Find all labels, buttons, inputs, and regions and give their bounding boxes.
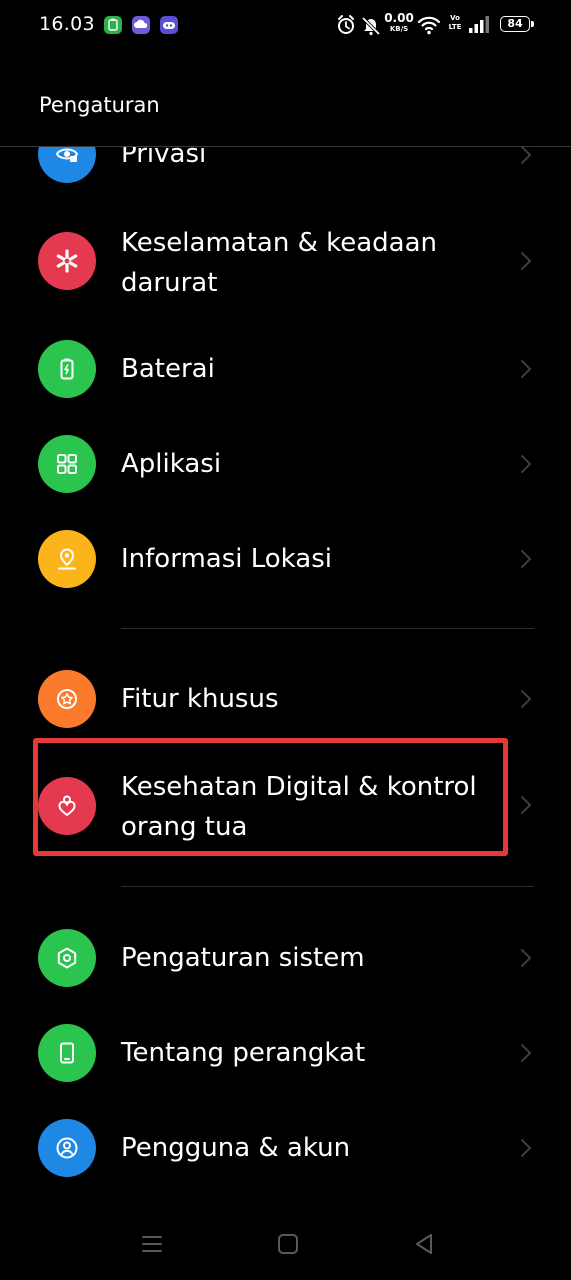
settings-item-label: Keselamatan & keadaan darurat bbox=[121, 228, 438, 298]
settings-item-system[interactable]: Pengaturan sistem bbox=[0, 916, 571, 1000]
navigation-bar bbox=[0, 1208, 571, 1280]
alarm-icon bbox=[335, 12, 357, 38]
settings-list[interactable]: Privasi Keselamatan & keadaan darurat Ba… bbox=[0, 147, 571, 1207]
home-button-icon[interactable] bbox=[274, 1230, 302, 1258]
wifi-icon bbox=[417, 12, 441, 38]
chevron-right-icon bbox=[521, 455, 532, 473]
notification-app-icon bbox=[104, 16, 122, 34]
chevron-right-icon bbox=[521, 796, 532, 814]
settings-item-label: Pengaturan sistem bbox=[121, 943, 365, 973]
settings-item-label: Pengguna & akun bbox=[121, 1133, 351, 1163]
emergency-icon bbox=[38, 232, 96, 290]
chevron-right-icon bbox=[521, 1044, 532, 1062]
settings-item-label: Informasi Lokasi bbox=[121, 544, 332, 574]
settings-item-about-device[interactable]: Tentang perangkat bbox=[0, 1011, 571, 1095]
settings-item-label: Aplikasi bbox=[121, 449, 222, 479]
apps-icon bbox=[38, 435, 96, 493]
settings-item-users-accounts[interactable]: Pengguna & akun bbox=[0, 1106, 571, 1190]
chevron-right-icon bbox=[521, 1139, 532, 1157]
section-divider bbox=[121, 886, 534, 887]
menu-button-icon[interactable] bbox=[138, 1230, 166, 1258]
chevron-right-icon bbox=[521, 690, 532, 708]
settings-item-special-features[interactable]: Fitur khusus bbox=[0, 657, 571, 741]
back-button-icon[interactable] bbox=[410, 1230, 438, 1258]
location-icon bbox=[38, 530, 96, 588]
chevron-right-icon bbox=[521, 360, 532, 378]
status-time: 16.03 bbox=[39, 13, 95, 35]
status-bar: 16.03 0.00 KB/S Vo LTE 84 bbox=[0, 0, 571, 52]
user-account-icon bbox=[38, 1119, 96, 1177]
signal-icon bbox=[467, 12, 491, 38]
special-features-icon bbox=[38, 670, 96, 728]
network-speed: 0.00 KB/S bbox=[384, 11, 414, 33]
battery-indicator: 84 bbox=[500, 16, 530, 32]
settings-item-label: Baterai bbox=[121, 354, 215, 384]
page-title: Pengaturan bbox=[39, 93, 160, 117]
settings-item-label: Fitur khusus bbox=[121, 684, 279, 714]
chevron-right-icon bbox=[521, 252, 532, 270]
section-divider bbox=[121, 628, 534, 629]
highlight-box bbox=[33, 738, 508, 856]
system-settings-icon bbox=[38, 929, 96, 987]
chevron-right-icon bbox=[521, 550, 532, 568]
device-icon bbox=[38, 1024, 96, 1082]
privacy-icon bbox=[38, 147, 96, 183]
chevron-right-icon bbox=[521, 949, 532, 967]
battery-icon bbox=[38, 340, 96, 398]
notification-cloud-icon bbox=[132, 16, 150, 34]
notification-game-icon bbox=[160, 16, 178, 34]
settings-item-label: Tentang perangkat bbox=[121, 1038, 366, 1068]
volte-indicator: Vo LTE bbox=[448, 14, 462, 31]
settings-item-label: Privasi bbox=[121, 147, 207, 169]
settings-item-privacy[interactable]: Privasi bbox=[0, 147, 571, 195]
settings-item-emergency[interactable]: Keselamatan & keadaan darurat bbox=[0, 215, 571, 311]
chevron-right-icon bbox=[521, 147, 532, 164]
settings-item-location[interactable]: Informasi Lokasi bbox=[0, 517, 571, 601]
settings-item-apps[interactable]: Aplikasi bbox=[0, 422, 571, 506]
mute-icon bbox=[360, 12, 382, 38]
settings-item-battery[interactable]: Baterai bbox=[0, 327, 571, 411]
battery-tip bbox=[531, 21, 534, 27]
